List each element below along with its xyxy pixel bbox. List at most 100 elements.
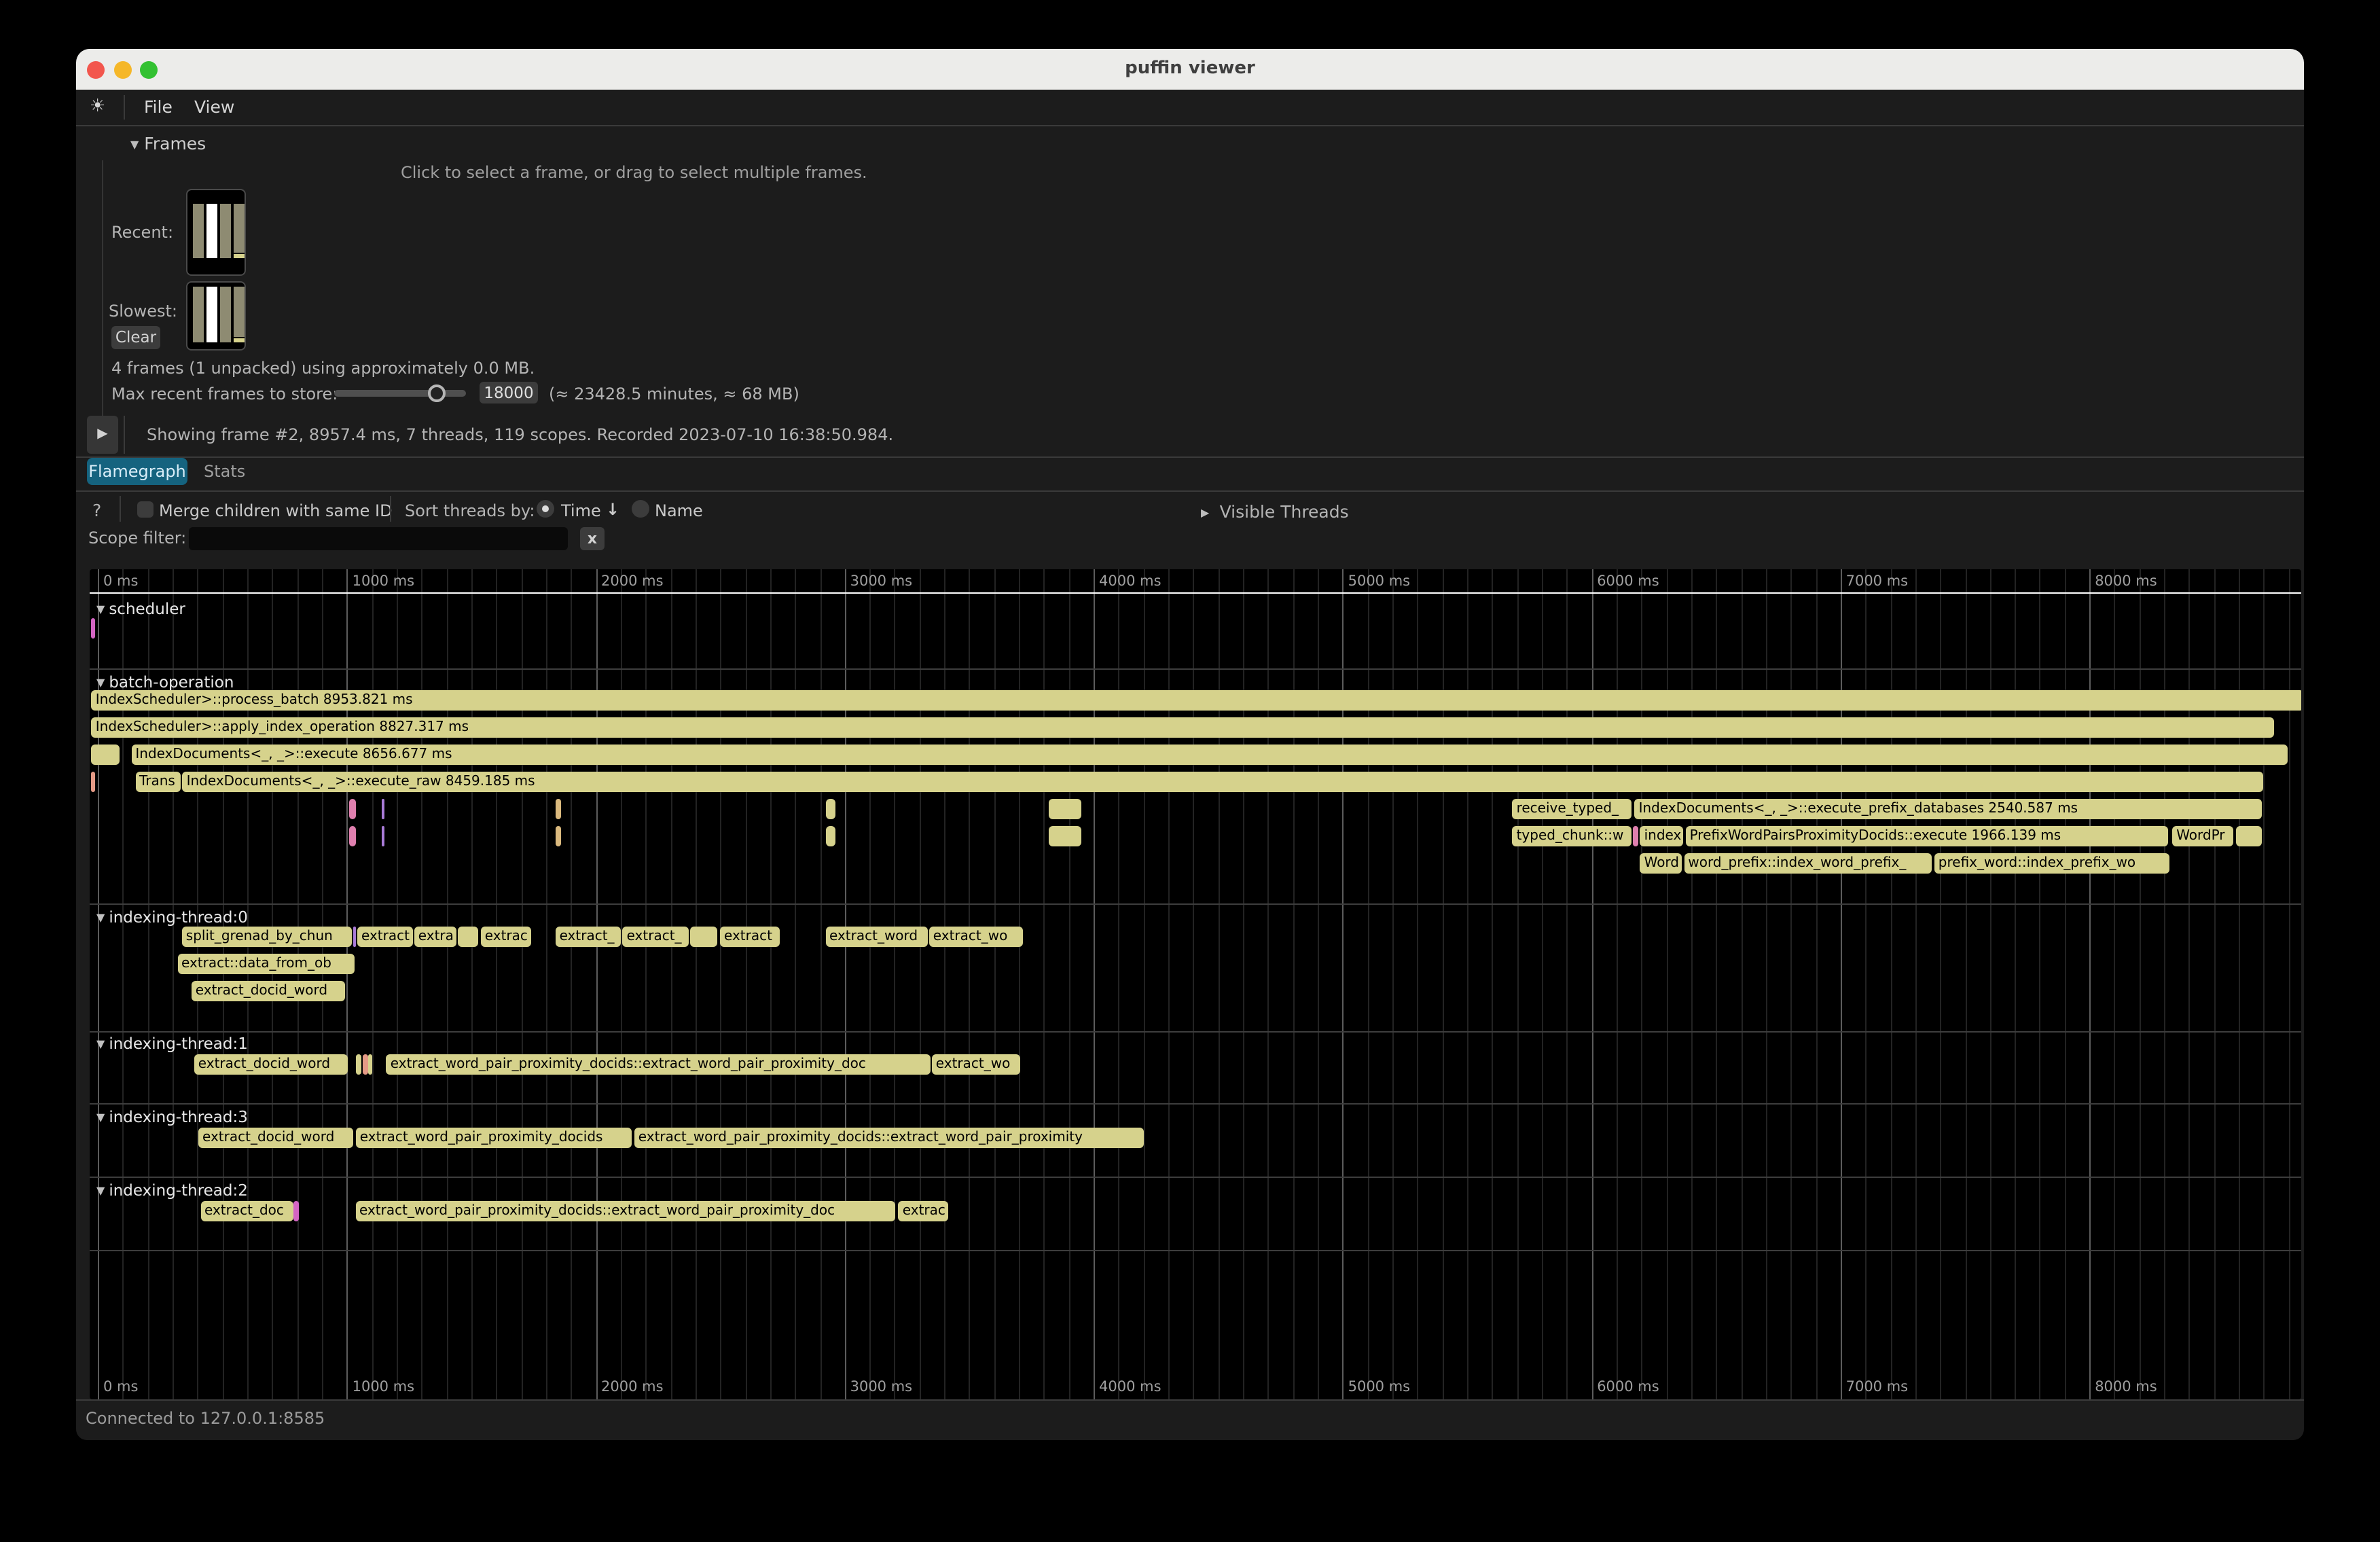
scope-bar[interactable]: extract bbox=[720, 927, 780, 947]
max-frames-slider-knob[interactable] bbox=[428, 384, 446, 402]
sort-direction-arrow-icon[interactable]: ↓ bbox=[606, 500, 619, 519]
sort-time-label: Time bbox=[561, 501, 601, 520]
sort-name-radio[interactable] bbox=[632, 500, 649, 518]
scope-bar[interactable]: extract_wo bbox=[929, 927, 1024, 947]
frame-thumbnail-bar[interactable] bbox=[193, 204, 204, 258]
thread-header-scheduler[interactable]: ▼scheduler bbox=[96, 599, 185, 618]
scope-bar[interactable] bbox=[382, 826, 384, 846]
frame-thumbnail-bar[interactable] bbox=[206, 204, 217, 258]
scope-bar[interactable] bbox=[458, 927, 478, 947]
scope-bar[interactable]: IndexDocuments<_, _>::execute_raw 8459.1… bbox=[183, 772, 2264, 792]
scope-bar[interactable]: extract_docid_word bbox=[194, 1054, 348, 1075]
scope-bar[interactable]: extract_word bbox=[825, 927, 928, 947]
scope-bar[interactable]: split_grenad_by_chun bbox=[182, 927, 353, 947]
max-frames-slider[interactable] bbox=[334, 390, 466, 397]
frame-thumbnail-bar[interactable] bbox=[206, 287, 217, 342]
scope-bar[interactable] bbox=[348, 826, 355, 846]
scope-bar[interactable]: prefix_word::index_prefix_wo bbox=[1934, 853, 2170, 874]
scope-bar[interactable]: extract_docid_word bbox=[198, 1128, 353, 1148]
visible-threads-header[interactable]: ▶ Visible Threads bbox=[1201, 501, 1349, 522]
clear-button[interactable]: Clear bbox=[111, 326, 160, 349]
sort-time-radio[interactable] bbox=[537, 500, 554, 518]
scope-bar[interactable] bbox=[690, 927, 718, 947]
theme-sun-icon[interactable]: ☀ bbox=[90, 90, 105, 125]
tab-stats[interactable]: Stats bbox=[204, 458, 245, 485]
scope-bar[interactable]: extract_word_pair_proximity_docids bbox=[356, 1128, 632, 1148]
frame-thumbnail-bar[interactable] bbox=[234, 204, 245, 253]
thread-header-indexing-thread:3[interactable]: ▼indexing-thread:3 bbox=[96, 1107, 248, 1126]
frame-thumbnail-bar[interactable] bbox=[193, 287, 204, 342]
scope-bar[interactable]: extract_doc bbox=[200, 1201, 293, 1221]
scope-bar[interactable]: IndexScheduler>::process_batch 8953.821 … bbox=[92, 690, 2301, 711]
window-title: puffin viewer bbox=[76, 49, 2304, 90]
max-frames-value[interactable]: 18000 bbox=[480, 382, 538, 404]
recent-frames-thumbnail[interactable] bbox=[186, 189, 246, 276]
scope-bar[interactable]: PrefixWordPairsProximityDocids::execute … bbox=[1686, 826, 2168, 846]
thread-header-indexing-thread:2[interactable]: ▼indexing-thread:2 bbox=[96, 1181, 248, 1200]
tab-flamegraph[interactable]: Flamegraph bbox=[87, 458, 187, 485]
scope-bar[interactable] bbox=[1048, 799, 1081, 819]
scope-bar[interactable]: receive_typed_ bbox=[1513, 799, 1631, 819]
scope-bar[interactable] bbox=[382, 799, 384, 819]
scope-bar[interactable] bbox=[825, 826, 835, 846]
scope-bar[interactable] bbox=[294, 1201, 300, 1221]
scope-bar[interactable] bbox=[356, 1054, 362, 1075]
time-axis-label: 7000 ms bbox=[1846, 1379, 1909, 1395]
scope-bar[interactable] bbox=[2236, 826, 2262, 846]
thread-header-indexing-thread:1[interactable]: ▼indexing-thread:1 bbox=[96, 1034, 248, 1053]
scope-bar[interactable]: extrac bbox=[481, 927, 532, 947]
scope-bar[interactable]: extract_word_pair_proximity_docids::extr… bbox=[634, 1128, 1144, 1148]
scope-bar[interactable]: typed_chunk::w bbox=[1513, 826, 1631, 846]
scope-bar[interactable] bbox=[1048, 826, 1081, 846]
scope-bar[interactable] bbox=[556, 799, 562, 819]
collapse-triangle-icon: ▼ bbox=[96, 603, 105, 615]
scope-bar[interactable]: WordPr bbox=[2172, 826, 2234, 846]
scope-bar[interactable]: extract bbox=[357, 927, 413, 947]
menu-view[interactable]: View bbox=[194, 90, 234, 125]
scope-bar[interactable] bbox=[556, 826, 562, 846]
help-button[interactable]: ? bbox=[92, 500, 101, 520]
thread-header-batch-operation[interactable]: ▼batch-operation bbox=[96, 673, 234, 692]
merge-children-checkbox[interactable] bbox=[137, 501, 154, 518]
scope-bar[interactable] bbox=[1633, 826, 1638, 846]
frame-thumbnail-bar[interactable] bbox=[220, 287, 231, 342]
scope-bar[interactable]: extract_ bbox=[623, 927, 689, 947]
frames-section-header[interactable]: ▼ Frames bbox=[130, 133, 206, 154]
scope-bar[interactable] bbox=[91, 618, 96, 639]
scope-bar[interactable] bbox=[348, 799, 355, 819]
thread-header-indexing-thread:0[interactable]: ▼indexing-thread:0 bbox=[96, 908, 248, 927]
scope-bar[interactable]: Word bbox=[1640, 853, 1682, 874]
clear-filter-button[interactable]: x bbox=[580, 527, 605, 550]
scope-bar[interactable] bbox=[92, 745, 119, 765]
scope-bar[interactable] bbox=[369, 1054, 372, 1075]
play-button[interactable]: ▶ bbox=[87, 416, 118, 454]
scope-bar[interactable]: extract_docid_word bbox=[192, 981, 346, 1001]
scope-bar[interactable]: index bbox=[1640, 826, 1684, 846]
frame-thumbnail-bar[interactable] bbox=[234, 287, 245, 337]
time-axis-label: 1000 ms bbox=[353, 573, 415, 590]
scope-bar[interactable]: extract_wo bbox=[932, 1054, 1021, 1075]
scope-bar[interactable]: Trans bbox=[135, 772, 180, 792]
scope-bar[interactable]: IndexDocuments<_, _>::execute_prefix_dat… bbox=[1635, 799, 2262, 819]
scope-bar[interactable]: IndexScheduler>::apply_index_operation 8… bbox=[92, 717, 2274, 738]
merge-children-label: Merge children with same ID bbox=[159, 501, 393, 520]
scope-bar[interactable]: word_prefix::index_word_prefix_ bbox=[1684, 853, 1932, 874]
scope-bar[interactable] bbox=[363, 1054, 367, 1075]
scope-bar[interactable]: extra bbox=[414, 927, 457, 947]
scope-bar[interactable] bbox=[92, 772, 96, 792]
thread-separator bbox=[90, 1250, 2301, 1251]
scope-bar[interactable]: extrac bbox=[899, 1201, 948, 1221]
flamegraph-canvas[interactable]: 0 ms0 ms1000 ms1000 ms2000 ms2000 ms3000… bbox=[90, 569, 2301, 1399]
scope-bar[interactable] bbox=[825, 799, 835, 819]
scope-bar[interactable]: extract_ bbox=[556, 927, 621, 947]
scope-filter-input[interactable] bbox=[189, 527, 568, 550]
scope-bar[interactable]: extract_word_pair_proximity_docids::extr… bbox=[355, 1201, 896, 1221]
sort-name-label: Name bbox=[655, 501, 703, 520]
menu-file[interactable]: File bbox=[144, 90, 173, 125]
scope-bar[interactable]: extract_word_pair_proximity_docids::extr… bbox=[386, 1054, 931, 1075]
scope-bar[interactable]: IndexDocuments<_, _>::execute 8656.677 m… bbox=[131, 745, 2287, 765]
slowest-frames-thumbnail[interactable] bbox=[186, 281, 246, 351]
frame-thumbnail-bar[interactable] bbox=[220, 204, 231, 258]
scope-bar[interactable]: extract::data_from_ob bbox=[177, 954, 355, 974]
scope-bar[interactable] bbox=[353, 927, 357, 947]
